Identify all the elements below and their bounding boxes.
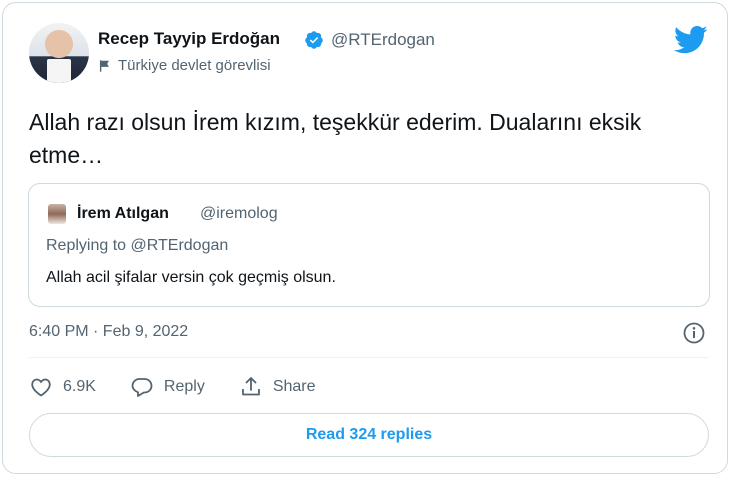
- replying-to-text: Replying to @RTErdogan: [46, 237, 229, 254]
- verified-badge-icon: [305, 31, 323, 49]
- quoted-tweet-text: Allah acil şifalar versin çok geçmiş ols…: [46, 269, 336, 286]
- heart-icon: [31, 378, 51, 397]
- tweet-timestamp[interactable]: 6:40 PM · Feb 9, 2022: [29, 323, 188, 341]
- author-avatar[interactable]: [29, 23, 89, 83]
- like-button[interactable]: 6.9K: [29, 375, 96, 399]
- account-label-text: Türkiye devlet görevlisi: [118, 57, 271, 74]
- quoted-tweet[interactable]: İrem Atılgan @iremolog Replying to @RTEr…: [28, 183, 710, 307]
- flag-icon: [99, 59, 109, 72]
- like-count: 6.9K: [63, 378, 96, 395]
- info-icon[interactable]: [682, 321, 706, 345]
- quoted-author-name[interactable]: İrem Atılgan: [77, 205, 169, 223]
- account-label: Türkiye devlet görevlisi: [98, 57, 271, 74]
- divider: [29, 357, 709, 358]
- share-button[interactable]: Share: [239, 375, 316, 399]
- share-icon: [241, 377, 260, 396]
- reply-label: Reply: [163, 378, 205, 395]
- author-name[interactable]: Recep Tayyip Erdoğan: [98, 29, 280, 49]
- tweet-actions: 6.9K Reply Share: [29, 371, 350, 403]
- share-label: Share: [272, 378, 316, 395]
- twitter-bird-icon[interactable]: [674, 25, 708, 55]
- read-replies-button[interactable]: Read 324 replies: [29, 413, 709, 457]
- tweet-embed-card: Recep Tayyip Erdoğan @RTErdogan Türkiye …: [2, 2, 728, 474]
- author-handle[interactable]: @RTErdogan: [331, 30, 435, 50]
- quoted-author-handle[interactable]: @iremolog: [200, 205, 278, 223]
- quoted-author-avatar[interactable]: [48, 204, 66, 224]
- reply-bubble-icon: [131, 378, 153, 397]
- tweet-text: Allah razı olsun İrem kızım, teşekkür ed…: [29, 109, 642, 168]
- reply-button[interactable]: Reply: [130, 375, 205, 399]
